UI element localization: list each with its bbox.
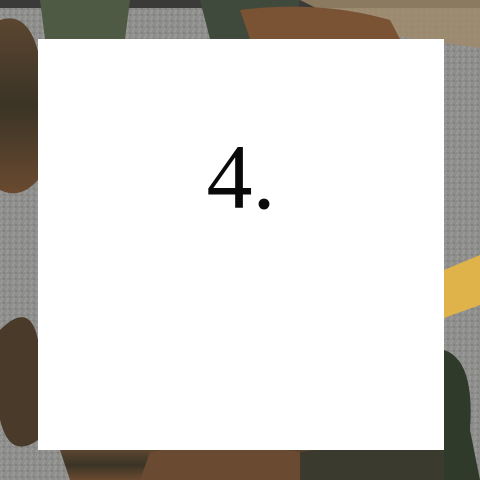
step-card: 4. — [38, 39, 444, 450]
step-number-label: 4. — [206, 126, 276, 228]
